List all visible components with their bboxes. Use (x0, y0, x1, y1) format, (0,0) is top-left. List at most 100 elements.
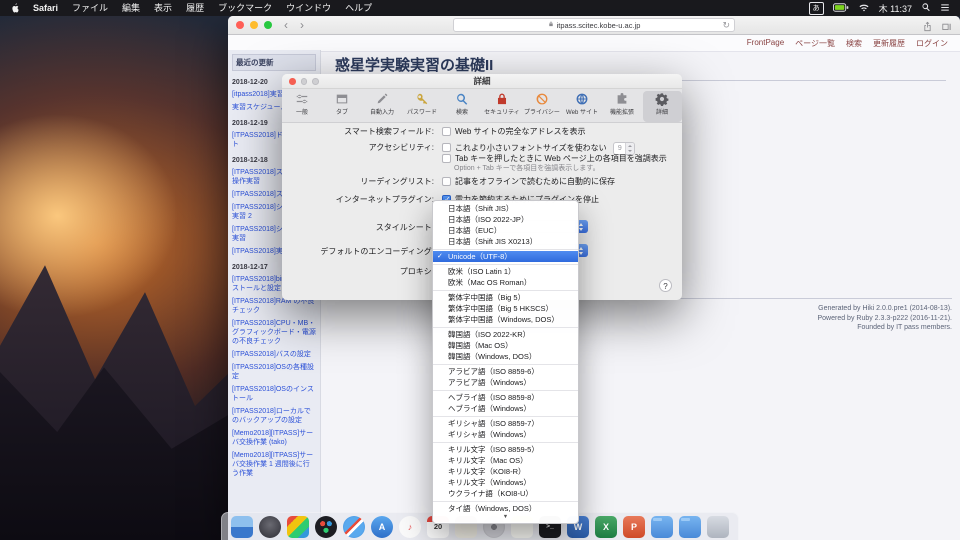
menu-bar-item[interactable]: ブックマーク (211, 3, 279, 13)
header-nav-link[interactable]: FrontPage (747, 38, 784, 49)
encoding-menu-item[interactable]: 繁体字中国語（Big 5 HKSCS） (433, 303, 578, 314)
encoding-menu-item[interactable]: 日本語（Shift JIS） (433, 203, 578, 214)
menu-bar-item[interactable]: 編集 (115, 3, 147, 13)
back-button[interactable]: ‹ (284, 17, 288, 34)
share-icon[interactable] (922, 19, 933, 37)
encoding-menu-item[interactable]: ヘブライ語（ISO 8859-8） (433, 392, 578, 403)
encoding-menu-item[interactable] (433, 290, 578, 291)
encoding-menu-item[interactable] (433, 390, 578, 391)
encoding-menu-item[interactable]: キリル文字（Windows） (433, 477, 578, 488)
header-nav-link[interactable]: ログイン (916, 38, 948, 49)
spotlight-icon[interactable] (921, 2, 931, 14)
preferences-tab[interactable]: タブ (323, 91, 362, 122)
sidebar-entry[interactable]: [ITPASS2018]OSのインストール (232, 385, 316, 403)
encoding-menu-item[interactable]: 欧米（ISO Latin 1） (433, 266, 578, 277)
menu-bar-item[interactable]: 履歴 (179, 3, 211, 13)
dock-app-store[interactable]: A (371, 516, 393, 538)
wifi-icon[interactable] (858, 3, 870, 14)
encoding-menu-item[interactable]: 繁体字中国語（Windows, DOS） (433, 314, 578, 325)
encoding-menu-item[interactable]: 日本語（EUC） (433, 225, 578, 236)
preferences-tab[interactable]: 一般 (283, 91, 322, 122)
preferences-tab[interactable]: プライバシー (523, 91, 562, 122)
dock-launchpad[interactable] (259, 516, 281, 538)
tab-overview-icon[interactable] (941, 19, 952, 37)
encoding-menu-item[interactable]: アラビア語（Windows） (433, 377, 578, 388)
encoding-menu-item[interactable]: 日本語（ISO 2022-JP） (433, 214, 578, 225)
encoding-menu-item[interactable] (433, 416, 578, 417)
preferences-tab[interactable]: 機能拡張 (603, 91, 642, 122)
sidebar-entry[interactable]: [ITPASS2018]バスの設定 (232, 350, 316, 359)
preferences-tab[interactable]: セキュリティ (483, 91, 522, 122)
menu-bar-item[interactable]: 表示 (147, 3, 179, 13)
address-bar[interactable]: itpass.scitec.kobe-u.ac.jp ↻ (453, 18, 735, 32)
notification-center-icon[interactable] (940, 3, 950, 14)
encoding-menu-item[interactable]: ギリシャ語（Windows） (433, 429, 578, 440)
encoding-menu-item[interactable] (433, 364, 578, 365)
encoding-menu-item[interactable]: キリル文字（ISO 8859-5） (433, 444, 578, 455)
preferences-tab[interactable]: パスワード (403, 91, 442, 122)
encoding-menu-item[interactable]: 韓国語（ISO 2022-KR） (433, 329, 578, 340)
encoding-menu-item[interactable]: 欧米（Mac OS Roman） (433, 277, 578, 288)
header-nav-link[interactable]: ページ一覧 (795, 38, 835, 49)
dock-excel[interactable]: X (595, 516, 617, 538)
header-nav-link[interactable]: 検索 (846, 38, 862, 49)
menu-bar-item[interactable]: Safari (26, 3, 65, 13)
reading-list-checkbox[interactable] (442, 177, 451, 186)
sidebar-entry[interactable]: [Memo2018][ITPASS]サーバ交換作業 (tako) (232, 429, 316, 447)
encoding-menu-item[interactable]: キリル文字（KOI8-R） (433, 466, 578, 477)
dock-finder[interactable] (231, 516, 253, 538)
encoding-menu-item[interactable]: 韓国語（Windows, DOS） (433, 351, 578, 362)
forward-button[interactable]: › (300, 17, 304, 34)
preferences-tab[interactable]: 詳細 (643, 91, 682, 122)
encoding-menu-item[interactable]: 韓国語（Mac OS） (433, 340, 578, 351)
encoding-menu-item[interactable]: ✓ Unicode（UTF-8） (433, 251, 578, 262)
sidebar-entry[interactable]: [ITPASS2018]OSの各種設定 (232, 363, 316, 381)
menu-bar-item[interactable]: ヘルプ (338, 3, 379, 13)
sidebar-entry[interactable]: [ITPASS2018]ローカルでのバックアップの設定 (232, 407, 316, 425)
sidebar-entry[interactable]: [ITPASS2018]CPU・MB・グラフィックボード・電源の不良チェック (232, 319, 316, 346)
header-nav-link[interactable]: 更新履歴 (873, 38, 905, 49)
apple-menu-icon[interactable] (10, 2, 20, 14)
encoding-menu-item[interactable]: 繁体字中国語（Big 5） (433, 292, 578, 303)
input-source-icon[interactable]: あ (809, 2, 824, 15)
preferences-tab[interactable]: Web サイト (563, 91, 602, 122)
encoding-menu-item[interactable]: タイ語（Windows, DOS） (433, 503, 578, 514)
preferences-tab[interactable]: 自動入力 (363, 91, 402, 122)
dock-itunes[interactable]: ♪ (399, 516, 421, 538)
battery-icon[interactable] (833, 3, 849, 14)
menu-bar-clock[interactable]: 木 11:37 (879, 2, 912, 15)
minimize-button[interactable] (250, 21, 258, 29)
menu-scroll-down-icon[interactable]: ▼ (433, 514, 578, 521)
encoding-menu-item[interactable] (433, 264, 578, 265)
encoding-menu-item[interactable]: 日本語（Shift JIS X0213） (433, 236, 578, 247)
encoding-menu-item[interactable]: ヘブライ語（Windows） (433, 403, 578, 414)
encoding-menu-item[interactable] (433, 442, 578, 443)
reload-icon[interactable]: ↻ (722, 19, 730, 31)
encoding-menu-item[interactable]: キリル文字（Mac OS） (433, 455, 578, 466)
preferences-tab[interactable]: 検索 (443, 91, 482, 122)
dialog-close-button[interactable] (289, 78, 296, 85)
dock-folder-documents[interactable] (651, 516, 673, 538)
min-font-size-checkbox[interactable] (442, 143, 451, 152)
encoding-menu-item[interactable]: アラビア語（ISO 8859-6） (433, 366, 578, 377)
menu-bar-item[interactable]: ファイル (65, 3, 115, 13)
dialog-titlebar[interactable]: 詳細 (282, 74, 682, 89)
close-button[interactable] (236, 21, 244, 29)
menu-bar-item[interactable]: ウインドウ (279, 3, 338, 13)
encoding-menu-item[interactable]: ギリシャ語（ISO 8859-7） (433, 418, 578, 429)
encoding-menu-item[interactable] (433, 249, 578, 250)
smart-search-checkbox[interactable] (442, 127, 451, 136)
sidebar-entry[interactable]: [Memo2018][ITPASS]サーバ交換作業 1 週間後に行う作業 (232, 451, 316, 478)
dock-safari[interactable] (343, 516, 365, 538)
dock-folder-downloads[interactable] (679, 516, 701, 538)
dock-trash[interactable] (707, 516, 729, 538)
tab-highlight-checkbox[interactable] (442, 154, 451, 163)
encoding-menu-item[interactable] (433, 501, 578, 502)
dock-dashboard[interactable] (315, 516, 337, 538)
dock-powerpoint[interactable]: P (623, 516, 645, 538)
encoding-menu-item[interactable] (433, 327, 578, 328)
dock-mission-control[interactable] (287, 516, 309, 538)
zoom-button[interactable] (264, 21, 272, 29)
encoding-menu-item[interactable]: ウクライナ語（KOI8-U） (433, 488, 578, 499)
help-button[interactable]: ? (659, 279, 672, 292)
